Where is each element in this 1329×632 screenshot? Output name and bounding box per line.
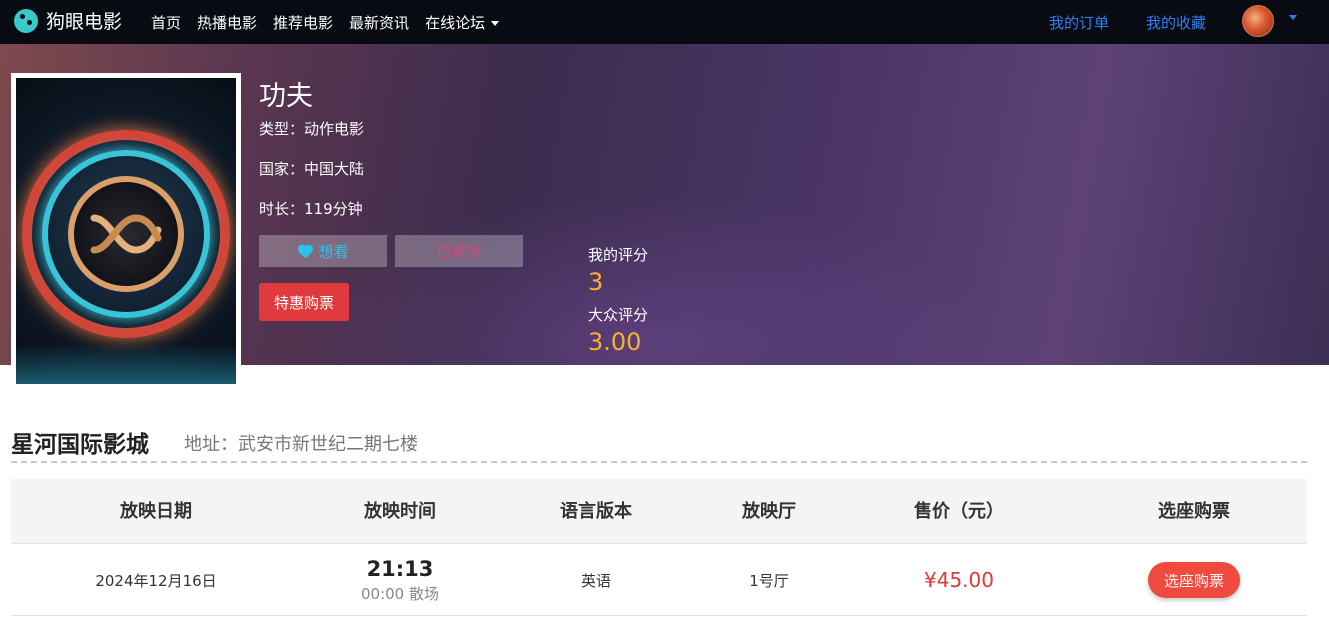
cell-action: 选座购票 xyxy=(1099,544,1289,616)
table-row: 2024年12月16日 21:13 00:00 散场 英语 1号厅 ¥45.00… xyxy=(11,544,1307,616)
header-language: 语言版本 xyxy=(560,501,632,522)
header-action: 选座购票 xyxy=(1158,501,1230,522)
nav-link-recommended[interactable]: 推荐电影 xyxy=(273,12,333,33)
poster-emblem-icon xyxy=(90,214,162,254)
end-time: 00:00 散场 xyxy=(361,584,439,603)
my-score-label: 我的评分 xyxy=(588,246,649,264)
movie-poster xyxy=(11,73,241,389)
heart-icon xyxy=(298,244,314,258)
public-score-label: 大众评分 xyxy=(588,306,649,324)
showtimes-table-header: 放映日期 放映时间 语言版本 放映厅 售价（元） 选座购票 xyxy=(11,479,1307,544)
poster-art xyxy=(16,78,236,384)
header-price: 售价（元） xyxy=(914,501,1004,522)
avatar[interactable] xyxy=(1242,5,1274,37)
movie-country: 国家：中国大陆 xyxy=(259,160,365,178)
header-hall: 放映厅 xyxy=(742,501,796,522)
want-to-watch-label: 想看 xyxy=(318,242,349,261)
movie-title: 功夫 xyxy=(259,81,313,112)
brand-name: 狗眼电影 xyxy=(46,11,123,33)
brand-logo-icon xyxy=(14,8,38,33)
cell-time: 21:13 00:00 散场 xyxy=(305,544,495,616)
header-time: 放映时间 xyxy=(364,501,436,522)
navbar: 狗眼电影 首页 热播电影 推荐电影 最新资讯 在线论坛 我的订单 我的收藏 xyxy=(0,0,1329,44)
start-time: 21:13 xyxy=(366,556,434,581)
cell-hall: 1号厅 xyxy=(749,571,789,590)
select-seat-button[interactable]: 选座购票 xyxy=(1148,562,1240,598)
cell-price: ¥45.00 xyxy=(924,568,994,592)
want-to-watch-button[interactable]: 想看 xyxy=(259,235,387,267)
nav-link-home[interactable]: 首页 xyxy=(151,12,181,33)
public-score-value: 3.00 xyxy=(588,328,642,356)
avatar-dropdown-caret-icon[interactable] xyxy=(1289,15,1297,20)
cell-date: 2024年12月16日 xyxy=(95,571,217,590)
my-favorites-link[interactable]: 我的收藏 xyxy=(1146,12,1206,33)
header-date: 放映日期 xyxy=(120,501,192,522)
my-orders-link[interactable]: 我的订单 xyxy=(1049,12,1109,33)
nav-link-forum-label: 在线论坛 xyxy=(425,13,486,32)
poster-glow xyxy=(16,344,236,384)
divider xyxy=(11,461,1307,463)
cinema-name: 星河国际影城 xyxy=(11,432,149,458)
brand[interactable]: 狗眼电影 xyxy=(14,7,122,34)
nav-link-news[interactable]: 最新资讯 xyxy=(349,12,409,33)
discount-buy-button[interactable]: 特惠购票 xyxy=(259,283,349,321)
movie-genre: 类型：动作电影 xyxy=(259,120,365,138)
nav-link-hot[interactable]: 热播电影 xyxy=(197,12,257,33)
nav-link-forum[interactable]: 在线论坛 xyxy=(425,12,500,33)
chevron-down-icon xyxy=(491,20,500,26)
cinema-address: 地址：武安市新世纪二期七楼 xyxy=(184,434,418,455)
rated-button[interactable]: 已评分 xyxy=(395,235,523,267)
my-score-value: 3 xyxy=(588,268,604,296)
movie-duration: 时长：119分钟 xyxy=(259,200,363,218)
cell-language: 英语 xyxy=(580,571,611,590)
nav-links: 首页 热播电影 推荐电影 最新资讯 在线论坛 xyxy=(151,0,515,44)
